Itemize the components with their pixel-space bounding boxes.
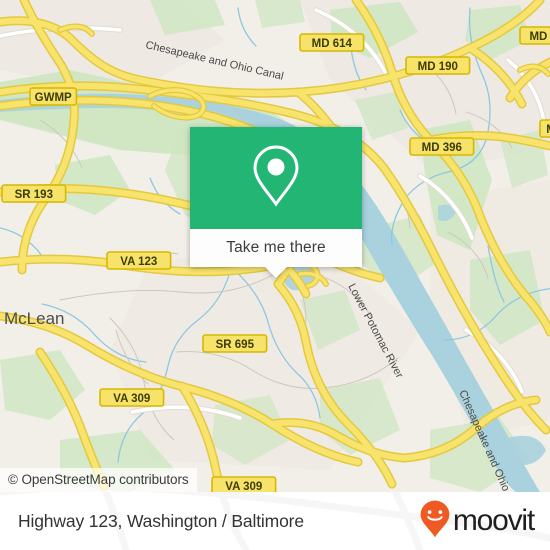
route-shield: VA 123 [106,251,172,270]
route-shield-label: GWMP [35,92,72,104]
popup-header [190,127,362,229]
page-title: Highway 123, Washington / Baltimore [18,510,304,531]
map-pin-icon [251,144,301,213]
route-shield-label: VA 123 [120,256,157,268]
footer-bar: Highway 123, Washington / Baltimore moov… [0,492,550,550]
route-shield-label: M [546,124,550,136]
popup-action[interactable]: Take me there [190,229,362,278]
route-shield-label: MD 3 [529,31,550,43]
route-shield: MD 190 [405,56,471,75]
route-shield: GWMP [29,87,78,106]
route-shield-label: VA 309 [113,393,150,405]
destination-popup-card[interactable]: Take me there [190,127,362,278]
moovit-smiley-pin-icon [420,500,450,543]
osm-attribution[interactable]: © OpenStreetMap contributors [0,468,197,492]
route-shield-label: MD 396 [422,142,462,154]
place-labels: McLean [4,309,64,328]
route-shield: MD 3 [519,26,550,45]
route-shield: SR 695 [202,334,268,353]
route-shield: M [539,119,550,138]
route-shield-label: SR 193 [15,189,53,201]
route-shield-label: MD 190 [418,61,458,73]
moovit-wordmark: moovit [452,504,535,537]
route-shield: VA 309 [99,388,165,407]
moovit-logo: moovit [420,500,535,543]
moovit-map-screenshot: .mjr-c { fill:none; stroke:#e3c93f; stro… [0,0,550,550]
route-shield: VA 309 [211,476,277,492]
route-shield-label: VA 309 [225,481,262,492]
route-shield-label: SR 695 [216,339,255,351]
take-me-there-label: Take me there [226,239,326,256]
place-label-mclean: McLean [4,309,64,328]
popup-tail [265,267,287,278]
route-shield-label: MD 614 [312,38,353,50]
route-shield: MD 614 [299,33,365,52]
route-shield: MD 396 [409,137,475,156]
route-shield: SR 193 [1,184,67,203]
